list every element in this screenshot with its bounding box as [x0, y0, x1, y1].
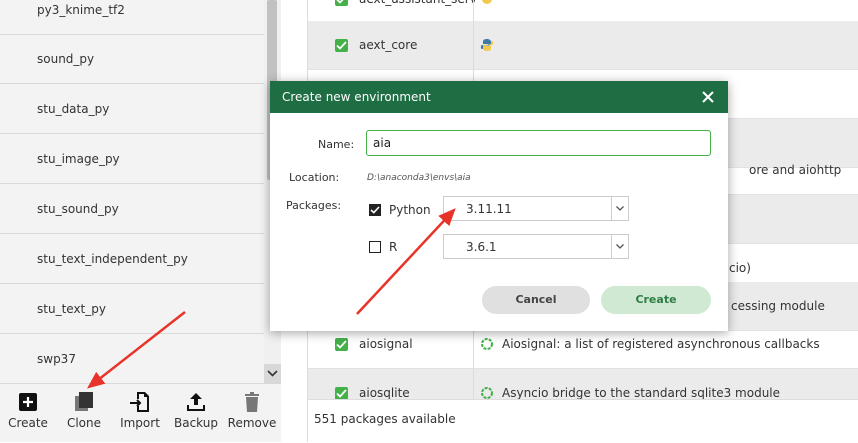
backup-label: Backup — [174, 416, 218, 430]
env-item-sound-py[interactable]: sound_py — [0, 35, 264, 84]
r-version-value: 3.6.1 — [466, 240, 497, 254]
package-name: aiosignal — [359, 337, 413, 351]
status-ring-icon — [481, 387, 493, 399]
env-item-label: stu_data_py — [37, 102, 110, 116]
checkbox-installed[interactable] — [335, 39, 348, 52]
env-item-stu-image-py[interactable]: stu_image_py — [0, 135, 264, 184]
r-label: R — [389, 240, 398, 254]
env-item-label: stu_text_independent_py — [37, 252, 188, 266]
name-label: Name: — [318, 138, 355, 151]
trash-icon — [245, 392, 259, 412]
location-label: Location: — [289, 171, 340, 184]
package-description: cessing module — [731, 299, 825, 313]
env-item-label: py3_knime_tf2 — [37, 3, 125, 17]
env-item-stu-sound-py[interactable]: stu_sound_py — [0, 185, 264, 234]
create-environment-dialog: Create new environment Name: aia Locatio… — [270, 81, 728, 331]
table-row[interactable]: aext_core — [308, 21, 858, 70]
import-icon — [130, 392, 149, 412]
remove-label: Remove — [227, 416, 277, 430]
env-item-label: sound_py — [37, 52, 95, 66]
package-description: cio) — [729, 261, 751, 275]
check-icon — [336, 389, 347, 398]
python-icon — [482, 0, 492, 4]
check-icon — [370, 206, 380, 214]
package-description: Aiosignal: a list of registered asynchro… — [502, 337, 820, 351]
location-value: D:\anaconda3\envs\aia — [367, 173, 471, 183]
check-icon — [336, 0, 344, 4]
r-checkbox[interactable] — [369, 241, 381, 253]
python-label: Python — [389, 203, 431, 217]
package-name: aext_assistant_serv — [359, 0, 477, 6]
chevron-down-icon — [267, 370, 278, 377]
environment-list: py3_knime_tf2 sound_py stu_data_py stu_i… — [0, 0, 264, 384]
clone-icon — [75, 392, 93, 411]
remove-env-button[interactable]: Remove — [224, 384, 280, 442]
clone-env-button[interactable]: Clone — [56, 384, 112, 442]
packages-count: 551 packages available — [314, 412, 456, 426]
env-item-stu-data-py[interactable]: stu_data_py — [0, 85, 264, 134]
status-ring-icon — [481, 338, 493, 350]
env-toolbar: Create Clone Import Backup Remove — [0, 384, 281, 442]
python-version-value: 3.11.11 — [466, 202, 512, 216]
backup-env-button[interactable]: Backup — [168, 384, 224, 442]
env-item-stu-text-independent-py[interactable]: stu_text_independent_py — [0, 235, 264, 284]
close-icon[interactable] — [700, 89, 716, 105]
env-item-label: swp37 — [37, 352, 76, 366]
create-label: Create — [8, 416, 48, 430]
checkbox-installed[interactable] — [335, 0, 348, 6]
packages-status-bar: 551 packages available — [308, 399, 858, 443]
env-item-py3-knime-tf2[interactable]: py3_knime_tf2 — [0, 0, 264, 35]
r-version-select[interactable]: 3.6.1 — [443, 234, 629, 259]
dialog-header: Create new environment — [270, 81, 728, 113]
plus-square-icon — [19, 393, 37, 411]
create-env-button[interactable]: Create — [0, 384, 56, 442]
clone-label: Clone — [66, 416, 102, 430]
chevron-down-icon — [616, 244, 624, 249]
dropdown-toggle[interactable] — [611, 197, 628, 220]
python-icon — [480, 39, 494, 51]
python-version-select[interactable]: 3.11.11 — [443, 196, 629, 221]
checkbox-installed[interactable] — [335, 338, 348, 351]
package-name: aext_core — [359, 38, 418, 52]
check-icon — [336, 41, 347, 50]
package-description: ore and aiohttp — [749, 163, 842, 177]
package-description: Asyncio bridge to the standard sqlite3 m… — [502, 386, 781, 400]
python-checkbox[interactable] — [369, 204, 381, 216]
env-name-input[interactable]: aia — [366, 130, 711, 156]
dropdown-toggle[interactable] — [611, 235, 628, 258]
package-name: aiosqlite — [359, 386, 410, 400]
scroll-down-button[interactable] — [264, 364, 281, 384]
env-item-label: stu_image_py — [37, 152, 120, 166]
import-env-button[interactable]: Import — [112, 384, 168, 442]
env-item-label: stu_text_py — [37, 302, 106, 316]
create-button[interactable]: Create — [601, 286, 711, 314]
check-icon — [336, 340, 347, 349]
packages-label: Packages: — [286, 199, 342, 212]
env-item-swp37[interactable]: swp37 — [0, 335, 264, 384]
chevron-down-icon — [616, 206, 624, 211]
dialog-title: Create new environment — [282, 90, 431, 104]
env-item-stu-text-py[interactable]: stu_text_py — [0, 285, 264, 334]
import-label: Import — [120, 416, 160, 430]
cancel-button[interactable]: Cancel — [482, 286, 590, 314]
env-item-label: stu_sound_py — [37, 202, 119, 216]
upload-icon — [187, 393, 205, 411]
